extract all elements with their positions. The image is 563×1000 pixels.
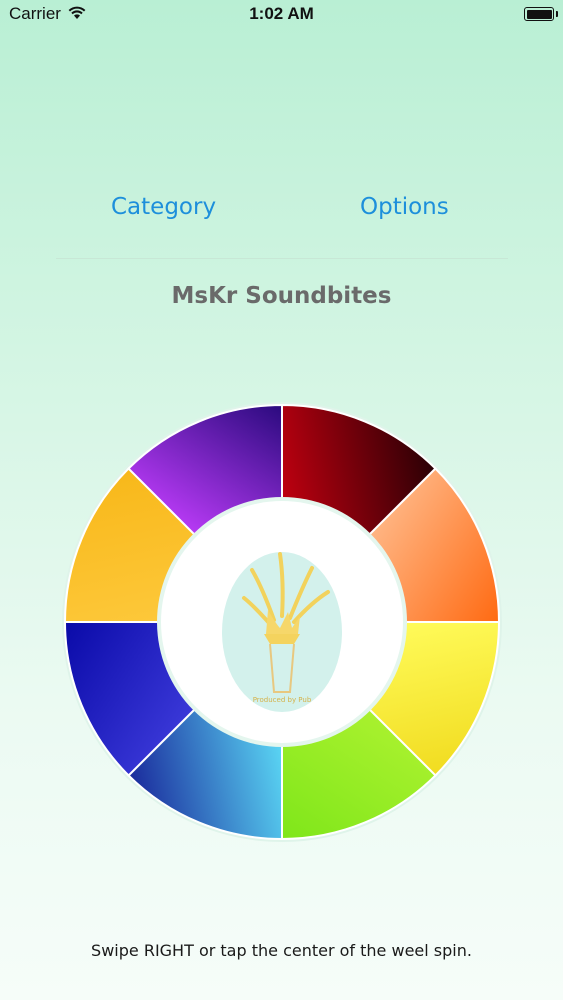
center-button[interactable]: Produced by Pub bbox=[161, 501, 403, 743]
page-title: MsKr Soundbites bbox=[171, 283, 392, 309]
divider bbox=[56, 258, 508, 259]
status-bar: Carrier 1:02 AM bbox=[0, 0, 563, 30]
center-logo-text: Produced by Pub bbox=[253, 696, 312, 704]
center-logo: Produced by Pub bbox=[222, 552, 342, 712]
category-button[interactable]: Category bbox=[111, 194, 216, 220]
instruction-text: Swipe RIGHT or tap the center of the wee… bbox=[91, 941, 472, 960]
options-button[interactable]: Options bbox=[360, 194, 449, 220]
battery-icon bbox=[524, 7, 558, 21]
spin-wheel[interactable]: Produced by Pub bbox=[62, 402, 502, 842]
clock: 1:02 AM bbox=[249, 4, 314, 23]
